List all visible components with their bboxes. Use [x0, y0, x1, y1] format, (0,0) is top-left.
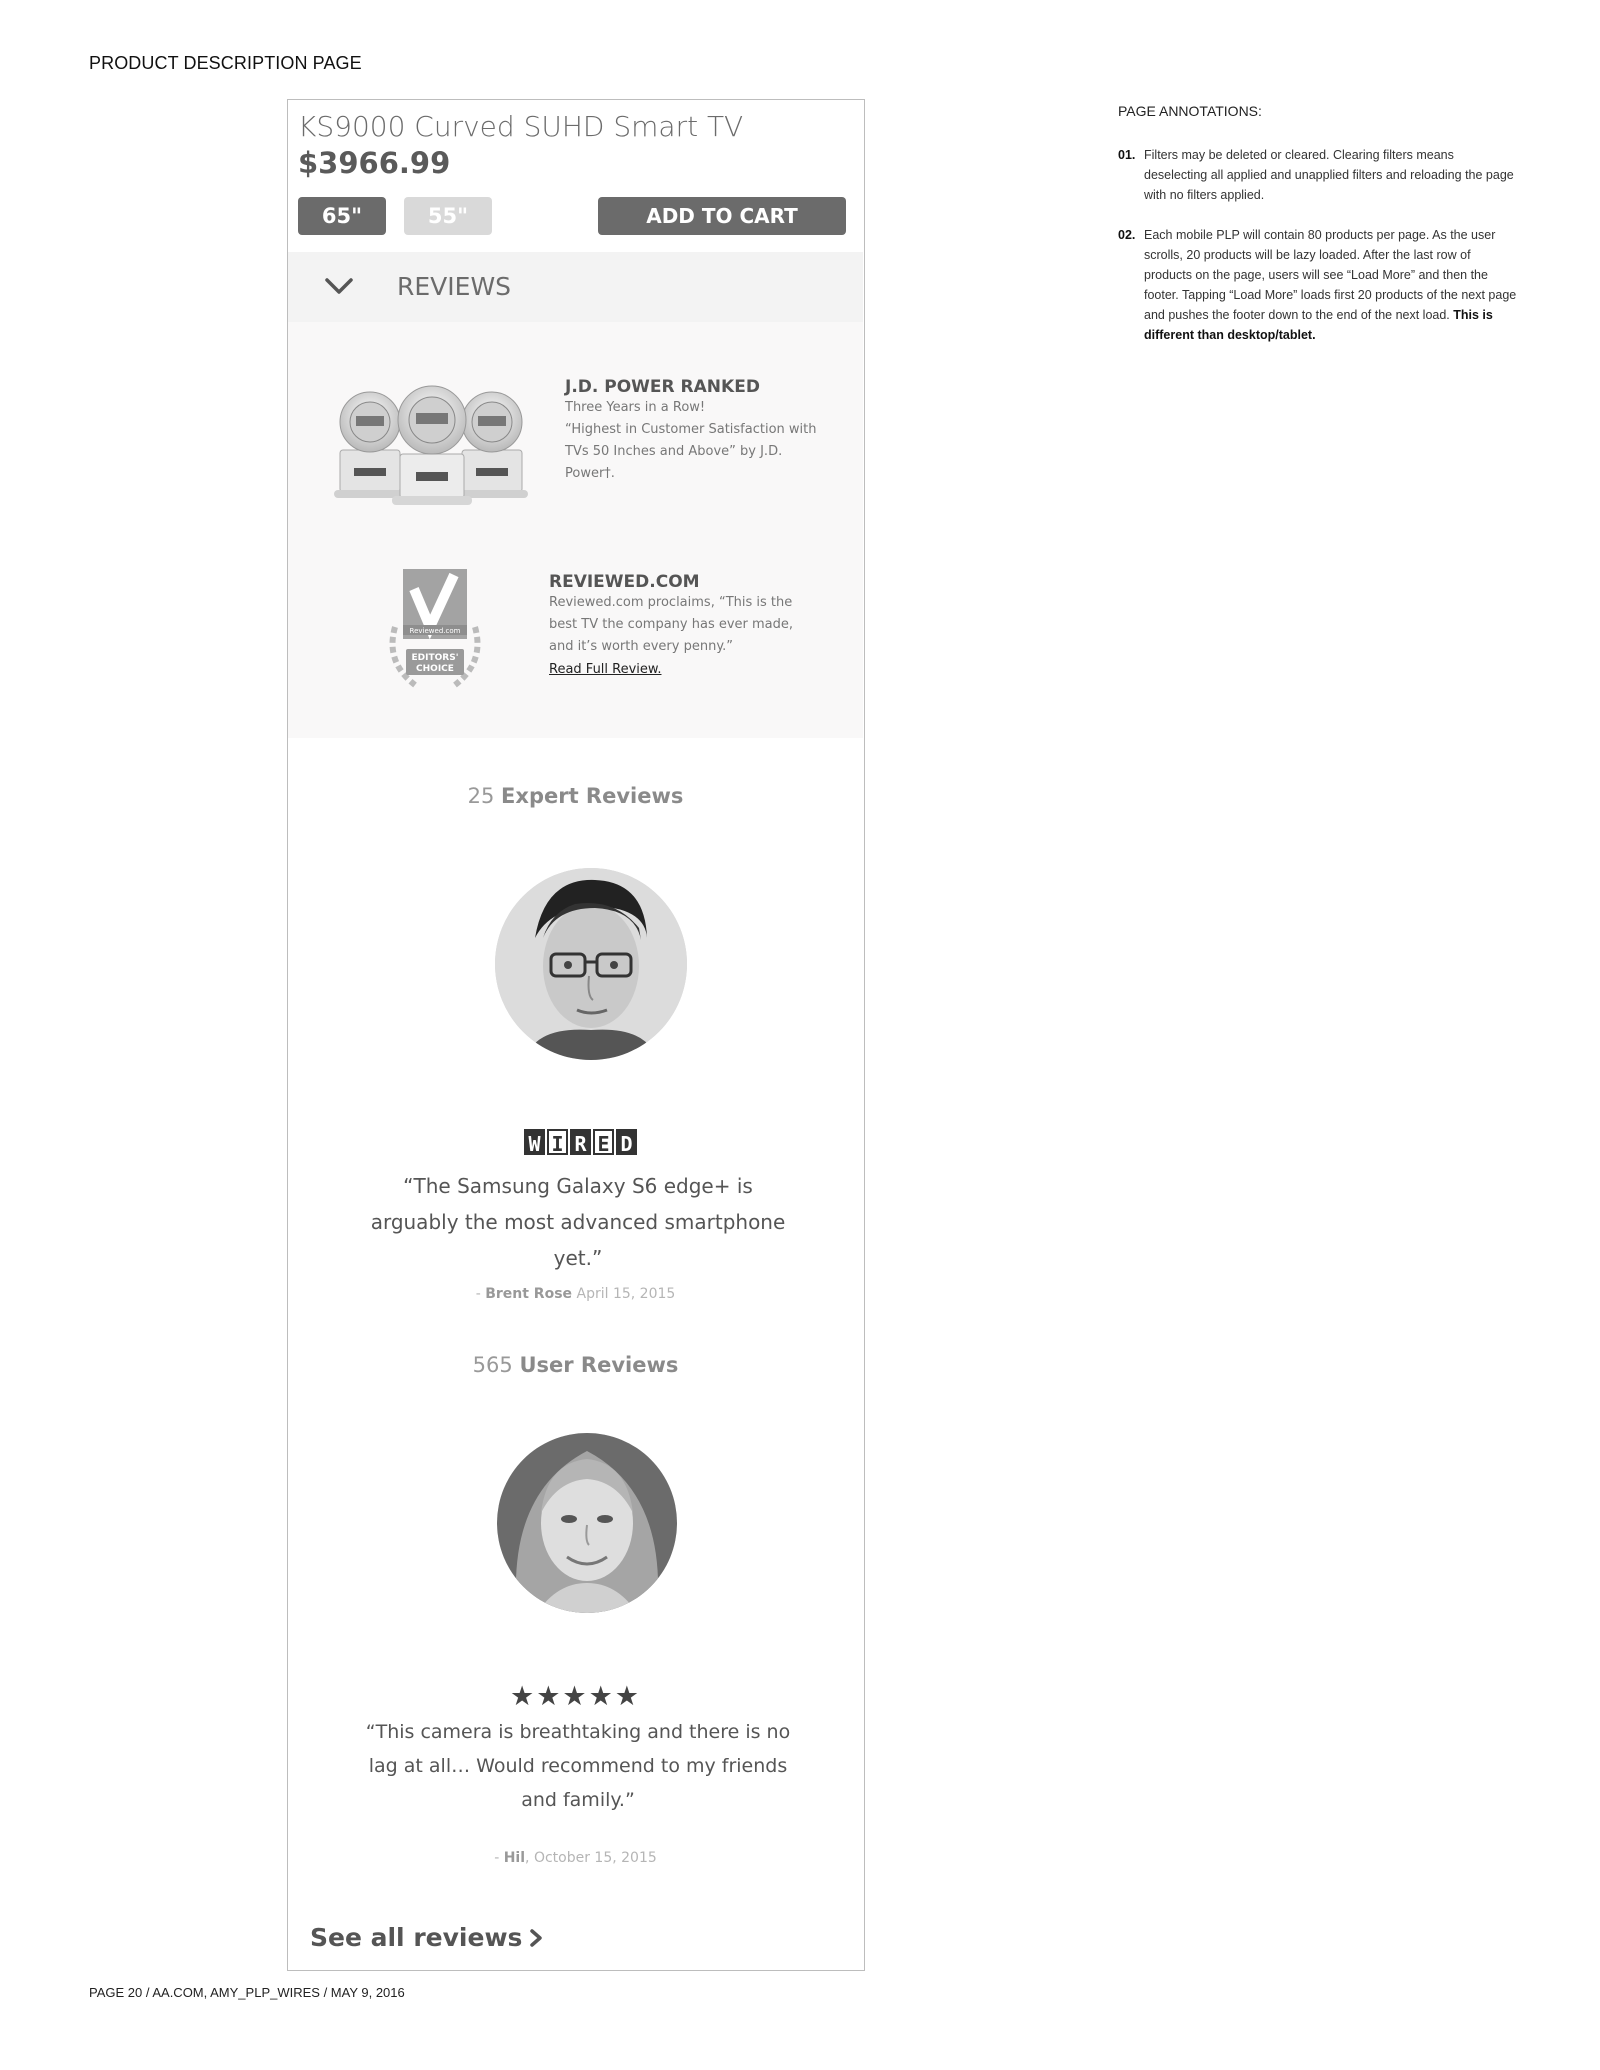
annotation-number: 01. [1118, 148, 1136, 162]
user-reviews-heading: 565 User Reviews [288, 1353, 863, 1377]
expert-review-quote: “The Samsung Galaxy S6 edge+ is arguably… [370, 1174, 786, 1270]
read-full-review-link[interactable]: Read Full Review. [549, 659, 661, 681]
jd-power-trophies-image [334, 385, 528, 505]
reviewed-description: Reviewed.com proclaims, “This is the bes… [549, 595, 794, 654]
annotations-title: PAGE ANNOTATIONS: [1118, 103, 1262, 119]
jd-power-title: J.D. POWER RANKED [565, 377, 760, 397]
user-review-byline: - Hil, October 15, 2015 [494, 1850, 657, 1866]
page-label: PRODUCT DESCRIPTION PAGE [89, 53, 362, 73]
jd-power-subtitle: Three Years in a Row! [565, 400, 706, 415]
user-reviewer-avatar [497, 1433, 677, 1613]
product-title: KS9000 Curved SUHD Smart TV [298, 110, 744, 143]
expert-reviews-count: 25 [467, 784, 495, 808]
size-option-65[interactable]: 65" [298, 197, 386, 235]
size-option-55[interactable]: 55" [404, 197, 492, 235]
expert-reviewer-avatar [495, 868, 687, 1060]
chevron-down-icon [325, 278, 353, 294]
svg-text:EDITORS': EDITORS' [412, 653, 459, 663]
product-price: $3966.99 [298, 146, 451, 180]
svg-text:Reviewed.com: Reviewed.com [410, 627, 461, 635]
jd-power-award: J.D. POWER RANKED Three Years in a Row! … [565, 377, 835, 485]
expert-reviews-label: Expert Reviews [501, 784, 684, 808]
annotation-text: Filters may be deleted or cleared. Clear… [1144, 148, 1514, 202]
reviews-accordion-label: REVIEWS [397, 272, 512, 301]
reviewed-title: REVIEWED.COM [549, 572, 700, 592]
see-all-reviews-link[interactable]: See all reviews [310, 1923, 544, 1952]
wired-logo: W I R E D [524, 1129, 637, 1156]
reviewed-editors-choice-badge: Reviewed.com EDITORS' CHOICE [389, 569, 481, 688]
user-review-date: , October 15, 2015 [525, 1850, 657, 1866]
annotation-item: 02. Each mobile PLP will contain 80 prod… [1118, 225, 1518, 345]
svg-text:CHOICE: CHOICE [416, 664, 454, 674]
reviewed-award: REVIEWED.COM Reviewed.com proclaims, “Th… [549, 572, 819, 681]
user-review-author: Hil [503, 1850, 526, 1866]
add-to-cart-button[interactable]: ADD TO CART [598, 197, 846, 235]
jd-power-description: “Highest in Customer Satisfaction with T… [565, 422, 817, 481]
user-reviews-count: 565 [472, 1353, 513, 1377]
expert-review-date: April 15, 2015 [572, 1286, 676, 1302]
expert-reviews-heading: 25 Expert Reviews [288, 784, 863, 808]
user-reviews-label: User Reviews [519, 1353, 679, 1377]
annotation-number: 02. [1118, 228, 1136, 242]
page-footer: PAGE 20 / AA.COM, AMY_PLP_WIRES / MAY 9,… [89, 1985, 405, 2000]
see-all-reviews-label: See all reviews [310, 1923, 523, 1952]
expert-review-author: Brent Rose [485, 1286, 573, 1302]
reviews-accordion-header[interactable]: REVIEWS [288, 252, 863, 322]
mobile-pdp-frame: KS9000 Curved SUHD Smart TV $3966.99 65"… [287, 99, 865, 1971]
user-review-quote: “This camera is breathtaking and there i… [365, 1721, 791, 1811]
user-review-star-rating: ★★★★★ [509, 1681, 642, 1711]
expert-review-byline: - Brent Rose April 15, 2015 [475, 1286, 676, 1302]
awards-panel: J.D. POWER RANKED Three Years in a Row! … [288, 322, 863, 738]
chevron-right-icon [530, 1928, 543, 1947]
annotation-item: 01. Filters may be deleted or cleared. C… [1118, 145, 1518, 205]
